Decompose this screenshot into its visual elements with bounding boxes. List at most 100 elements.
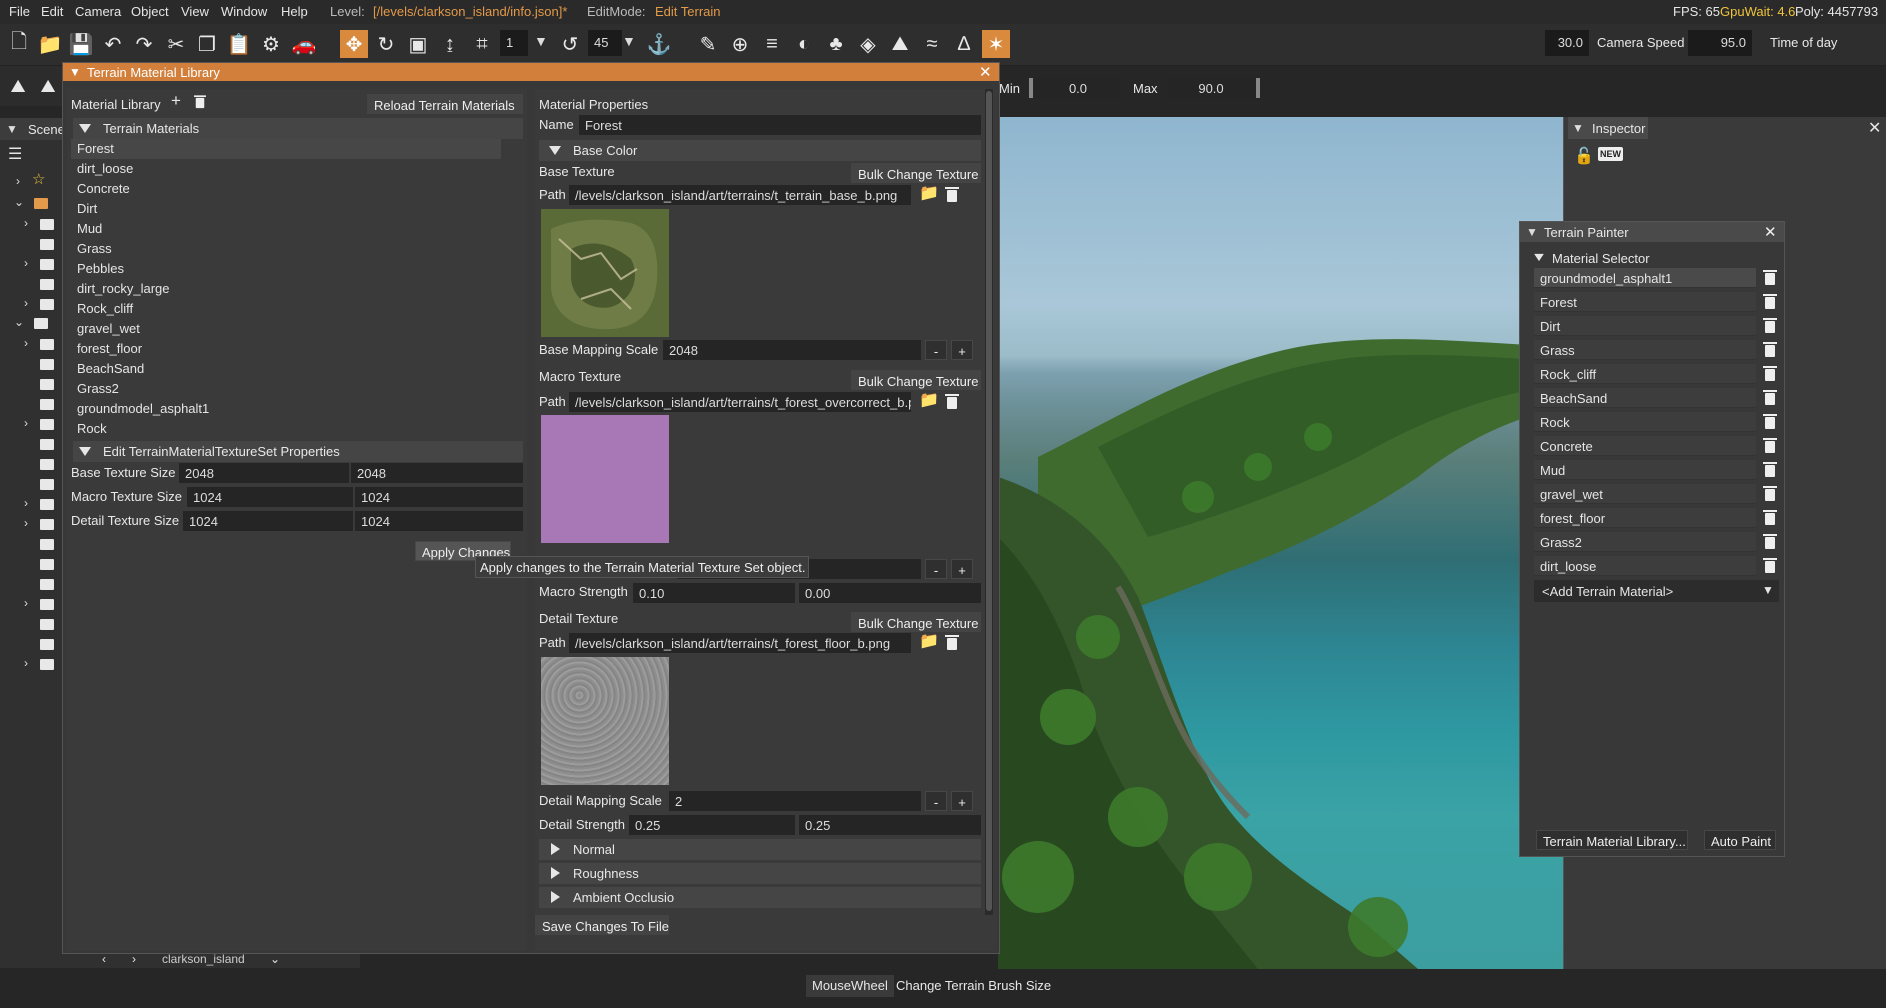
dropdown-chevron-icon[interactable]: ▼ — [1762, 583, 1774, 597]
tree-expand-icon[interactable]: › — [24, 516, 28, 530]
fov-field[interactable]: 30.0 — [1545, 30, 1589, 56]
ambient-occlusion-expand-icon[interactable] — [551, 891, 560, 903]
angle-value-field[interactable]: 45 — [588, 30, 622, 56]
nav-back-icon[interactable]: ‹ — [102, 952, 106, 966]
cut-icon[interactable]: ✂ — [162, 30, 190, 58]
save-changes-to-file-button[interactable]: Save Changes To File — [535, 915, 669, 935]
delete-material-trash-icon[interactable] — [1763, 438, 1777, 453]
save-icon[interactable]: 💾 — [67, 30, 95, 58]
pencil-icon[interactable]: ✎ — [694, 30, 722, 58]
lower-terrain-icon[interactable]: ⛰ — [34, 72, 62, 100]
material-list-item[interactable]: Concrete — [71, 179, 136, 199]
textureset-collapse-icon[interactable] — [79, 447, 91, 456]
macro-texture-path-field[interactable]: /levels/clarkson_island/art/terrains/t_f… — [569, 392, 911, 412]
add-object-icon[interactable]: ⊕ — [726, 30, 754, 58]
materials-collapse-icon[interactable] — [79, 124, 91, 133]
nav-dropdown-icon[interactable]: ⌄ — [270, 952, 280, 966]
painter-material-item[interactable]: Rock — [1534, 412, 1756, 432]
material-list-item[interactable]: dirt_loose — [71, 159, 139, 179]
max-value-field[interactable]: 90.0 — [1167, 78, 1255, 98]
roughness-header[interactable]: Roughness — [539, 863, 981, 884]
delete-material-icon[interactable] — [194, 95, 206, 109]
add-material-dropdown[interactable]: <Add Terrain Material> ▼ — [1534, 580, 1779, 602]
terrain-materials-header[interactable]: Terrain Materials — [73, 118, 523, 139]
material-list-item[interactable]: BeachSand — [71, 359, 150, 379]
library-collapse-icon[interactable]: ▼ — [69, 65, 81, 79]
grid-snap-icon[interactable]: ⌗ — [468, 30, 496, 58]
roughness-expand-icon[interactable] — [551, 867, 560, 879]
inspector-collapse-icon[interactable]: ▼ — [1572, 121, 1584, 135]
menu-camera[interactable]: Camera — [75, 4, 121, 19]
rotate-tool-icon[interactable]: ↻ — [372, 30, 400, 58]
painter-material-item[interactable]: Forest — [1534, 292, 1756, 312]
forest-tool-icon[interactable]: ♣ — [822, 30, 850, 58]
material-list-item[interactable]: Grass — [71, 239, 118, 259]
painter-close-icon[interactable]: ✕ — [1764, 223, 1777, 241]
painter-material-item[interactable]: Grass — [1534, 340, 1756, 360]
macro-texture-size-width-field[interactable]: 1024 — [187, 487, 353, 507]
clear-texture-trash-icon[interactable] — [945, 187, 959, 202]
menu-window[interactable]: Window — [221, 4, 267, 19]
tree-expand-icon[interactable]: › — [24, 656, 28, 670]
delete-material-trash-icon[interactable] — [1763, 390, 1777, 405]
macro-strength-min-field[interactable]: 0.10 — [633, 583, 795, 603]
base-mapping-decrement-button[interactable]: - — [925, 340, 947, 360]
open-folder-icon[interactable]: 📁 — [36, 30, 64, 58]
browse-folder-icon[interactable]: 📁 — [919, 183, 939, 203]
raise-terrain-icon[interactable]: ⛰ — [4, 72, 32, 100]
max-slider-handle[interactable] — [1256, 78, 1260, 98]
reload-terrain-materials-button[interactable]: Reload Terrain Materials — [367, 94, 523, 114]
painter-material-item[interactable]: Grass2 — [1534, 532, 1756, 552]
detail-mapping-increment-button[interactable]: + — [951, 791, 973, 811]
macro-mapping-increment-button[interactable]: + — [951, 559, 973, 579]
bulk-change-base-texture-button[interactable]: Bulk Change Texture — [851, 163, 981, 183]
lock-icon[interactable]: 🔓 — [1574, 146, 1594, 166]
menu-view[interactable]: View — [181, 4, 209, 19]
redo-icon[interactable]: ↷ — [130, 30, 158, 58]
tree-collapse-icon[interactable]: ⌄ — [14, 315, 24, 329]
browse-folder-icon[interactable]: 📁 — [919, 631, 939, 651]
detail-texture-path-field[interactable]: /levels/clarkson_island/art/terrains/t_f… — [569, 633, 911, 653]
delete-material-trash-icon[interactable] — [1763, 366, 1777, 381]
menu-edit[interactable]: Edit — [41, 4, 63, 19]
add-material-icon[interactable]: + — [171, 91, 181, 111]
macro-mapping-decrement-button[interactable]: - — [925, 559, 947, 579]
material-list-item[interactable]: Grass2 — [71, 379, 125, 399]
detail-texture-size-width-field[interactable]: 1024 — [183, 511, 353, 531]
painter-material-item[interactable]: groundmodel_asphalt1 — [1534, 268, 1756, 288]
properties-scrollbar[interactable] — [985, 89, 993, 915]
textureset-properties-header[interactable]: Edit TerrainMaterialTextureSet Propertie… — [73, 441, 523, 462]
base-texture-size-height-field[interactable]: 2048 — [351, 463, 523, 483]
tree-expand-icon[interactable]: › — [24, 416, 28, 430]
terrain-layers-icon[interactable]: ◈ — [854, 30, 882, 58]
menu-help[interactable]: Help — [281, 4, 308, 19]
new-object-icon[interactable]: NEW — [1598, 147, 1623, 161]
material-list-item[interactable]: dirt_rocky_large — [71, 279, 176, 299]
rotation-snap-icon[interactable]: ↺ — [556, 30, 584, 58]
delete-material-trash-icon[interactable] — [1763, 294, 1777, 309]
delete-material-trash-icon[interactable] — [1763, 510, 1777, 525]
tree-expand-icon[interactable]: › — [24, 496, 28, 510]
macro-strength-max-field[interactable]: 0.00 — [799, 583, 981, 603]
scene-tab[interactable]: ▼ Scene — [0, 118, 65, 140]
auto-paint-button[interactable]: Auto Paint — [1704, 830, 1776, 850]
tree-expand-icon[interactable]: › — [24, 256, 28, 270]
road-tool-icon[interactable]: ≡ — [758, 30, 786, 58]
base-color-header[interactable]: Base Color — [539, 140, 981, 161]
delete-material-trash-icon[interactable] — [1763, 534, 1777, 549]
painter-material-item[interactable]: Rock_cliff — [1534, 364, 1756, 384]
min-slider-handle[interactable] — [1029, 78, 1033, 98]
drop-to-terrain-icon[interactable]: ⚓ — [645, 30, 673, 58]
terrain-editor-icon[interactable]: ✶ — [982, 30, 1010, 58]
painter-material-item[interactable]: forest_floor — [1534, 508, 1756, 528]
mesh-road-icon[interactable]: ≈ — [918, 30, 946, 58]
base-texture-size-width-field[interactable]: 2048 — [179, 463, 349, 483]
snap-value-field[interactable]: 1 — [500, 30, 528, 56]
list-view-icon[interactable]: ☰ — [8, 144, 22, 164]
ambient-occlusion-header[interactable]: Ambient Occlusio — [539, 887, 981, 908]
decal-tool-icon[interactable]: ◐ — [790, 30, 818, 58]
tree-collapse-icon[interactable]: ⌄ — [14, 195, 24, 209]
settings-gear-icon[interactable]: ⚙ — [257, 30, 285, 58]
nav-forward-icon[interactable]: › — [132, 952, 136, 966]
material-list-item[interactable]: groundmodel_asphalt1 — [71, 399, 215, 419]
